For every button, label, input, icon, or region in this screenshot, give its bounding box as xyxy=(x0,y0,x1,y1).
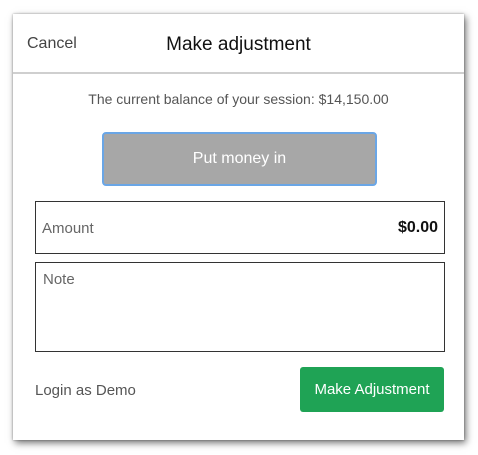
make-adjustment-button[interactable]: Make Adjustment xyxy=(300,367,444,412)
note-placeholder: Note xyxy=(43,271,75,288)
amount-label: Amount xyxy=(42,220,94,237)
dialog-header: Cancel Make adjustment xyxy=(13,14,464,74)
amount-value: $0.00 xyxy=(397,219,438,236)
amount-field[interactable]: Amount $0.00 xyxy=(35,201,445,254)
login-as-demo-link[interactable]: Login as Demo xyxy=(35,382,136,399)
dialog-title: Make adjustment xyxy=(166,34,311,55)
make-adjustment-dialog: Cancel Make adjustment The current balan… xyxy=(13,14,464,440)
session-balance-text: The current balance of your session: $14… xyxy=(88,91,389,107)
put-money-in-button[interactable]: Put money in xyxy=(102,132,377,186)
note-field[interactable]: Note xyxy=(35,262,445,352)
